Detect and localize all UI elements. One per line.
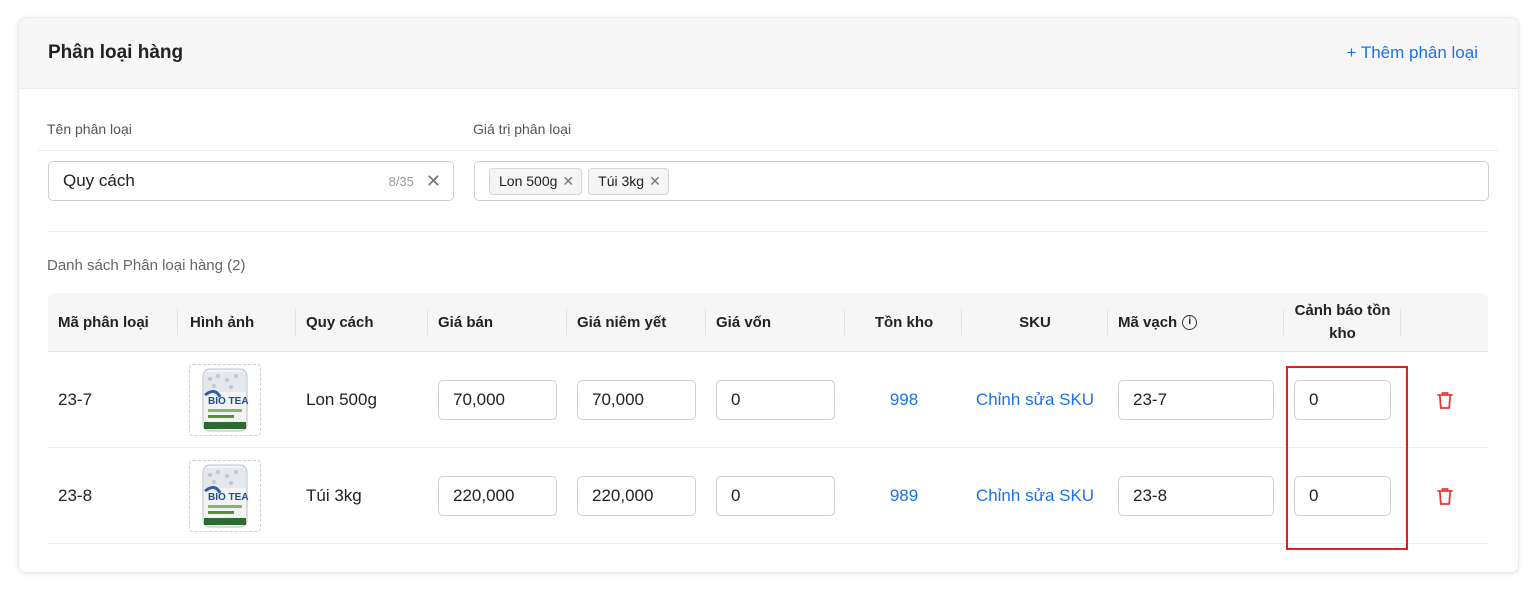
stock-alert-input[interactable]: 0 <box>1294 475 1391 516</box>
close-icon[interactable]: ✕ <box>426 172 441 190</box>
col-list-price: Giá niêm yết <box>577 313 667 331</box>
cost-input[interactable]: 0 <box>716 475 835 516</box>
stock-alert-input[interactable]: 0 <box>1294 379 1391 420</box>
col-image: Hình ảnh <box>190 313 255 331</box>
table-row: 23-8 BIO TEA Túi 3kg 220,000 220,000 0 9… <box>48 448 1488 544</box>
product-can-image: BIO TEA <box>202 368 249 431</box>
col-stock-alert: Cảnh báo tồn kho <box>1294 302 1391 342</box>
variant-value-label: Giá trị phân loại <box>473 121 572 137</box>
variant-list-title: Danh sách Phân loại hàng (2) <box>47 257 246 274</box>
variant-name-label: Tên phân loại <box>47 121 132 137</box>
col-spec: Quy cách <box>306 313 374 331</box>
col-price: Giá bán <box>438 313 494 331</box>
card-header: Phân loại hàng + Thêm phân loại <box>19 18 1518 89</box>
variant-name-value: Quy cách <box>63 171 135 190</box>
product-can-image: BIO TEA <box>202 464 249 527</box>
cost-input[interactable]: 0 <box>716 379 835 420</box>
stock-value[interactable]: 989 <box>890 486 918 506</box>
price-input[interactable]: 70,000 <box>438 379 557 420</box>
trash-icon[interactable] <box>1436 390 1454 410</box>
value-tag: Lon 500g ✕ <box>489 167 583 195</box>
variant-values-field[interactable]: Lon 500g ✕ Túi 3kg ✕ <box>474 161 1489 201</box>
char-counter: 8/35 <box>388 173 414 189</box>
product-image[interactable]: BIO TEA <box>189 363 261 436</box>
divider <box>38 150 1498 151</box>
info-icon[interactable]: i <box>1182 314 1198 330</box>
edit-sku-link[interactable]: Chỉnh sửa SKU <box>976 486 1094 506</box>
variant-code: 23-7 <box>58 389 93 409</box>
close-icon[interactable]: ✕ <box>562 173 574 190</box>
variant-name-field[interactable]: Quy cách 8/35 ✕ <box>48 161 454 201</box>
list-price-input[interactable]: 220,000 <box>577 475 696 516</box>
svg-text:BIO TEA: BIO TEA <box>208 492 249 503</box>
value-tag: Túi 3kg ✕ <box>588 167 669 195</box>
add-variant-button[interactable]: + Thêm phân loại <box>1346 43 1478 63</box>
variant-table: Mã phân loại Hình ảnh Quy cách Giá bán G… <box>48 293 1488 544</box>
col-stock: Tồn kho <box>874 313 934 331</box>
barcode-input[interactable]: 23-7 <box>1118 379 1274 420</box>
col-barcode: Mã vạch i <box>1118 293 1248 351</box>
page-title: Phân loại hàng <box>48 42 184 63</box>
variant-code: 23-8 <box>58 485 93 505</box>
close-icon[interactable]: ✕ <box>649 173 661 190</box>
svg-text:BIO TEA: BIO TEA <box>208 396 249 407</box>
trash-icon[interactable] <box>1436 486 1454 506</box>
table-header: Mã phân loại Hình ảnh Quy cách Giá bán G… <box>48 293 1488 352</box>
variant-spec: Lon 500g <box>306 389 377 409</box>
product-image[interactable]: BIO TEA <box>189 459 261 532</box>
col-code: Mã phân loại <box>58 313 149 331</box>
col-sku: SKU <box>1019 313 1051 331</box>
stock-value[interactable]: 998 <box>890 390 918 410</box>
table-row: 23-7 BIO TEA Lon 500g 70,000 70,000 0 99… <box>48 352 1488 448</box>
divider <box>48 231 1488 232</box>
barcode-input[interactable]: 23-8 <box>1118 475 1274 516</box>
list-price-input[interactable]: 70,000 <box>577 379 696 420</box>
variant-spec: Túi 3kg <box>306 485 362 505</box>
col-cost: Giá vốn <box>716 313 772 331</box>
edit-sku-link[interactable]: Chỉnh sửa SKU <box>976 390 1094 410</box>
price-input[interactable]: 220,000 <box>438 475 557 516</box>
